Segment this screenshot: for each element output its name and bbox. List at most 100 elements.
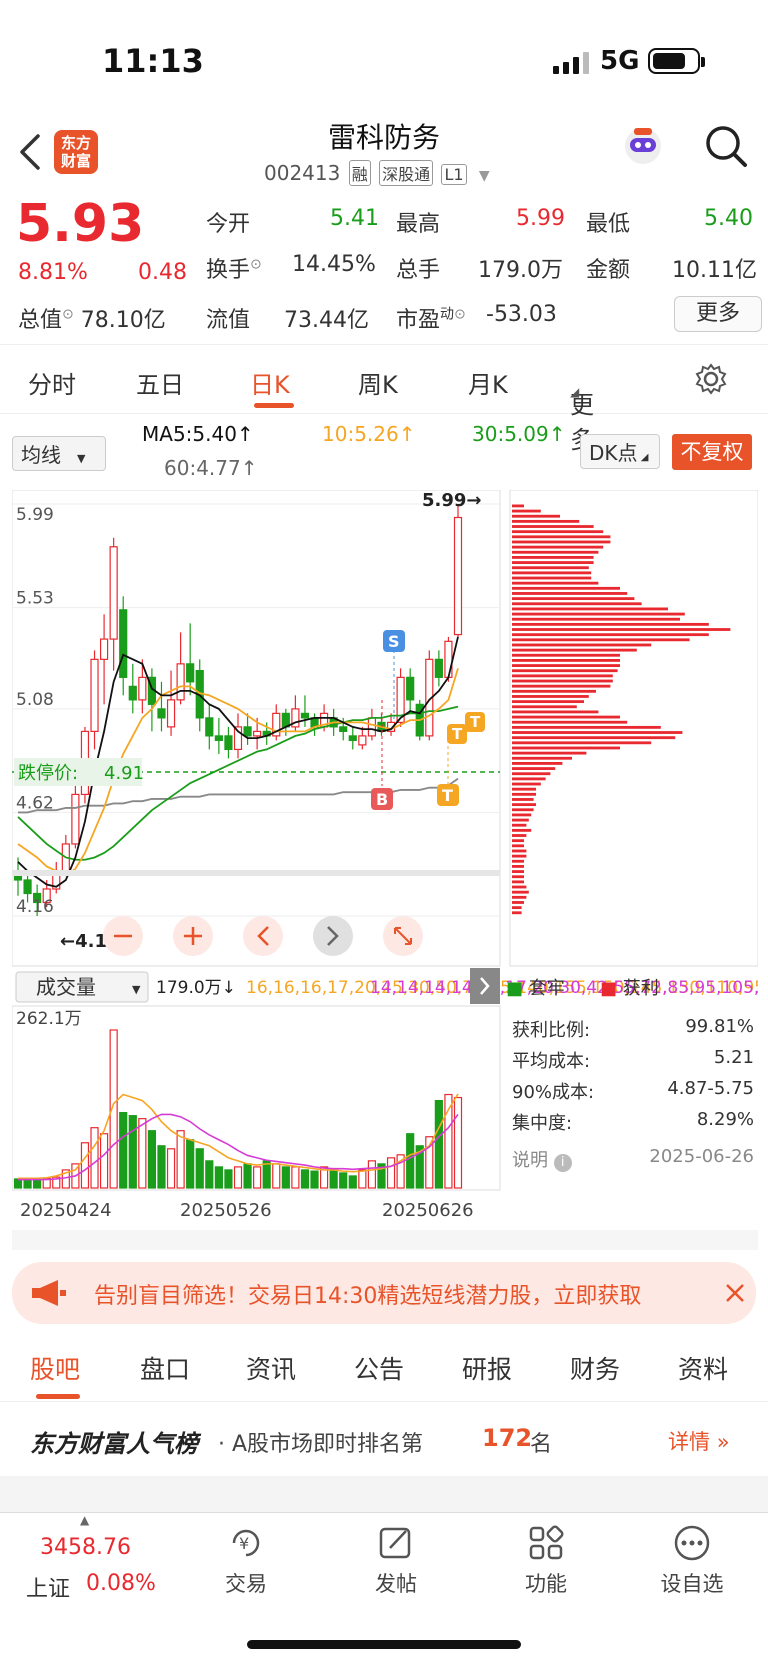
nav-post[interactable]: 发帖 (346, 1523, 446, 1598)
chip-bar (512, 880, 524, 884)
chip-bar (512, 550, 599, 554)
candle-body (166, 699, 176, 728)
chip-bar (512, 808, 534, 812)
more-dots-icon (674, 1525, 710, 1561)
chip-bar (512, 612, 685, 616)
profit-ratio-label: 获利比例: (512, 1020, 591, 1041)
info-icon[interactable]: i (553, 1154, 572, 1172)
concentration-label: 集中度: (512, 1113, 573, 1134)
candle-body (186, 663, 195, 683)
index-name: 上证 (26, 1577, 71, 1602)
nav-functions[interactable]: 功能 (496, 1523, 596, 1598)
volume-bar (367, 1160, 377, 1189)
pe-value: -53.03 (486, 302, 557, 327)
volume-bar (358, 1169, 367, 1189)
open-value: 5.41 (330, 206, 379, 231)
buy-signal-label: B (376, 790, 388, 809)
chip-bar (512, 607, 668, 611)
index-value[interactable]: 3458.76 (40, 1535, 131, 1560)
tab-weekly-k[interactable]: 周K (358, 365, 398, 400)
volume-bar (291, 1166, 300, 1189)
candle-body (253, 730, 262, 737)
settings-gear-icon[interactable] (695, 363, 727, 395)
expand-arrow-icon[interactable] (470, 968, 500, 1004)
volume-bar (128, 1115, 137, 1189)
double-chevron-right-icon: » (716, 1430, 730, 1454)
chip-bar (512, 895, 527, 899)
chip-bar (512, 586, 620, 590)
tab-profile[interactable]: 资料 (678, 1350, 728, 1386)
tab-research[interactable]: 研报 (462, 1350, 512, 1386)
chip-bar (512, 561, 594, 564)
x-label-end: 20250626 (382, 1200, 474, 1221)
search-icon[interactable] (704, 124, 748, 168)
chip-bar (512, 731, 683, 734)
rank-text-post: 名 (530, 1432, 553, 1457)
more-button[interactable]: 更多 (674, 296, 762, 332)
cost90: 4.87-5.75 (667, 1078, 754, 1099)
last-price: 5.93 (16, 194, 145, 254)
total-cap-label: 总值 (18, 308, 63, 333)
popularity-rank[interactable]: 东方财富人气榜 · A股市场即时排名第 172 名 详情 » (0, 1404, 768, 1474)
volume-bar (310, 1170, 319, 1189)
chip-bar (512, 906, 522, 910)
legend-trapped: 套牢 (528, 978, 565, 999)
ma30-value: 30:5.09↑ (472, 422, 566, 446)
chip-bar (512, 648, 637, 652)
home-indicator (247, 1640, 521, 1649)
tab-monthly-k[interactable]: 月K (468, 365, 508, 400)
scroll-left-icon[interactable] (243, 916, 283, 956)
float-cap: 73.44亿 (284, 308, 369, 333)
info-icon[interactable]: ⊙ (62, 307, 74, 323)
kline-chart[interactable]: 5.995.535.084.624.16 跌停价: 4.91 5.99→ ←4.… (12, 490, 758, 1250)
indicator-select[interactable]: 均线 ▼ (12, 436, 106, 471)
info-icon[interactable]: ⊙ (250, 257, 262, 273)
chip-bar (512, 772, 551, 776)
volume-label: 总手 (396, 258, 441, 283)
tab-orderbook[interactable]: 盘口 (140, 1350, 190, 1386)
chip-bar (512, 751, 587, 755)
tab-daily-k[interactable]: 日K (250, 365, 290, 400)
nav-trade[interactable]: ¥ 交易 (196, 1523, 296, 1598)
close-icon[interactable] (724, 1282, 746, 1304)
info-icon[interactable]: ⊙ (454, 307, 466, 323)
open-label: 今开 (206, 212, 251, 237)
chip-bar (512, 710, 599, 714)
volume-bar (80, 1142, 90, 1189)
dk-point-select[interactable]: DK点 ◢ (580, 434, 660, 469)
volume-bar (99, 1133, 109, 1189)
candle-body (99, 638, 109, 660)
content-tab-indicator (36, 1394, 80, 1399)
volume-bar (348, 1175, 357, 1189)
total-cap: 78.10亿 (80, 308, 166, 333)
candle-body (90, 658, 99, 732)
rank-detail-link[interactable]: 详情 » (668, 1426, 730, 1456)
scroll-right-icon[interactable] (313, 916, 353, 956)
chip-bar (512, 602, 642, 606)
y-tick-label: 5.08 (16, 690, 54, 710)
status-time: 11:13 (102, 42, 204, 80)
chevron-down-icon[interactable]: ▼ (479, 168, 490, 184)
tab-intraday[interactable]: 分时 (28, 365, 76, 400)
robot-assistant-icon[interactable] (620, 122, 666, 168)
promo-banner[interactable]: 告别盲目筛选！交易日14:30精选短线潜力股，立即获取 (12, 1262, 756, 1324)
tab-forum[interactable]: 股吧 (30, 1350, 80, 1386)
tag-level: L1 (441, 164, 467, 185)
chip-bar (512, 509, 541, 513)
chip-bar (512, 700, 584, 704)
rank-text-pre: · A股市场即时排名第 (218, 1432, 424, 1457)
chip-bar (512, 581, 599, 585)
adjust-button[interactable]: 不复权 (672, 434, 752, 470)
tab-announcements[interactable]: 公告 (354, 1350, 404, 1386)
candle-body (367, 717, 377, 737)
change-pct: 8.81% (18, 260, 88, 285)
chart-scroll-bar[interactable] (12, 870, 500, 876)
tab-indicator (254, 403, 294, 408)
chip-bar (512, 736, 676, 740)
tab-news[interactable]: 资讯 (246, 1350, 296, 1386)
limit-down-value: 4.91 (104, 763, 144, 784)
note-label[interactable]: 说明 (512, 1150, 548, 1171)
tab-finance[interactable]: 财务 (570, 1350, 620, 1386)
tab-five-day[interactable]: 五日 (136, 365, 184, 400)
nav-add-watchlist[interactable]: 设自选 (642, 1523, 742, 1598)
